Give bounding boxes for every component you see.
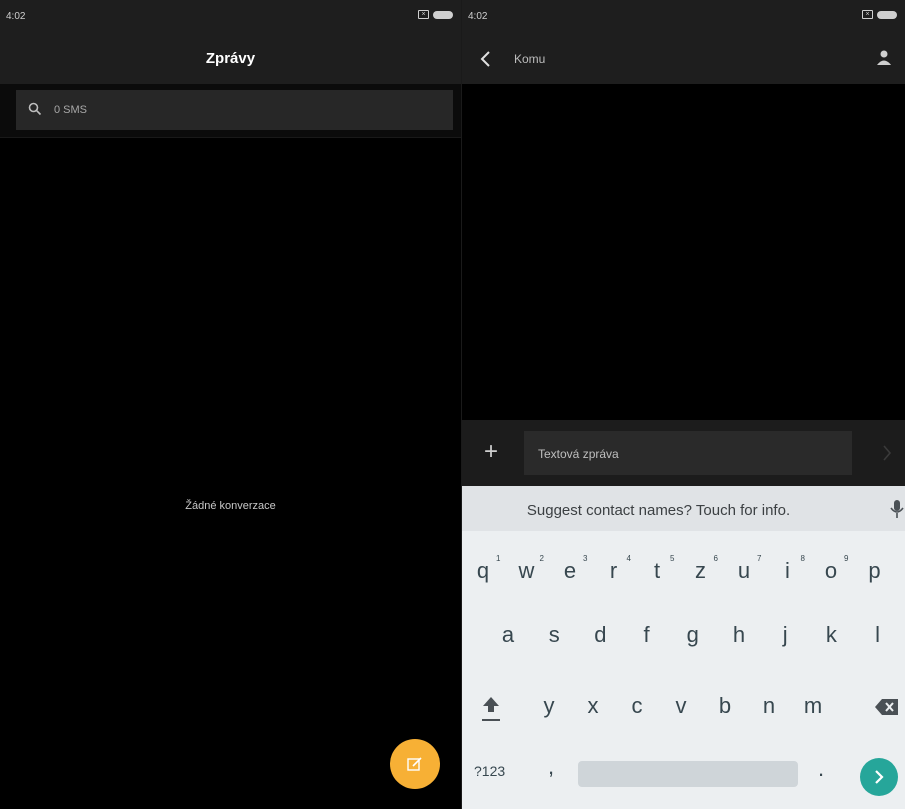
- key-hint: 7: [757, 554, 762, 563]
- suggestion-strip[interactable]: Suggest contact names? Touch for info.: [462, 486, 905, 531]
- status-icons: ×: [418, 10, 453, 19]
- key-c[interactable]: c: [622, 693, 652, 719]
- search-input[interactable]: 0 SMS: [16, 90, 453, 130]
- key-hint: 3: [583, 554, 588, 563]
- battery-icon: [877, 10, 897, 19]
- key-j[interactable]: j: [770, 622, 800, 648]
- key-i[interactable]: i: [773, 558, 803, 584]
- app-bar: Komu: [462, 34, 905, 84]
- key-hint: 4: [626, 554, 631, 563]
- key-l[interactable]: l: [863, 622, 893, 648]
- comma-key[interactable]: ,: [548, 754, 554, 780]
- sim-icon: ×: [862, 10, 873, 19]
- space-key[interactable]: [578, 761, 798, 787]
- app-bar: Zprávy: [0, 34, 461, 84]
- key-r[interactable]: r: [599, 558, 629, 584]
- page-title: Zprávy: [205, 50, 256, 67]
- key-g[interactable]: g: [678, 622, 708, 648]
- key-t[interactable]: t: [642, 558, 672, 584]
- key-hint: 5: [670, 554, 675, 563]
- symbols-key[interactable]: ?123: [474, 763, 505, 779]
- send-icon[interactable]: [880, 442, 894, 464]
- key-p[interactable]: p: [860, 558, 890, 584]
- new-message-screen: 4:02 × Komu + Textová zpráva Suggest con…: [462, 0, 905, 809]
- key-hint: 1: [496, 554, 501, 563]
- message-input[interactable]: Textová zpráva: [524, 431, 852, 475]
- mic-icon[interactable]: [889, 498, 905, 520]
- sim-icon: ×: [418, 10, 429, 19]
- key-x[interactable]: x: [578, 693, 608, 719]
- shift-icon[interactable]: [480, 694, 502, 722]
- search-row: 0 SMS: [0, 84, 461, 138]
- back-icon[interactable]: [476, 48, 496, 70]
- key-v[interactable]: v: [666, 693, 696, 719]
- key-e[interactable]: e: [555, 558, 585, 584]
- search-placeholder: 0 SMS: [54, 104, 88, 116]
- keyboard: Suggest contact names? Touch for info. ?…: [462, 486, 905, 809]
- suggestion-text: Suggest contact names? Touch for info.: [526, 502, 791, 519]
- battery-icon: [433, 10, 453, 19]
- key-a[interactable]: a: [493, 622, 523, 648]
- status-time: 4:02: [6, 11, 26, 22]
- enter-icon: [875, 770, 884, 784]
- empty-state-text: Žádné konverzace: [185, 500, 276, 512]
- key-q[interactable]: q: [468, 558, 498, 584]
- key-m[interactable]: m: [798, 693, 828, 719]
- key-f[interactable]: f: [632, 622, 662, 648]
- attach-button[interactable]: +: [484, 440, 498, 464]
- period-key[interactable]: .: [818, 756, 824, 782]
- contact-icon[interactable]: [875, 48, 893, 68]
- key-hint: 6: [713, 554, 718, 563]
- compose-icon: [407, 757, 422, 771]
- key-u[interactable]: u: [729, 558, 759, 584]
- key-n[interactable]: n: [754, 693, 784, 719]
- key-s[interactable]: s: [539, 622, 569, 648]
- search-icon: [28, 102, 42, 116]
- key-k[interactable]: k: [816, 622, 846, 648]
- enter-key[interactable]: [860, 758, 898, 796]
- key-d[interactable]: d: [585, 622, 615, 648]
- message-placeholder: Textová zpráva: [538, 447, 619, 461]
- recipient-input[interactable]: Komu: [514, 52, 545, 66]
- status-bar: 4:02 ×: [0, 0, 461, 34]
- key-hint: 2: [539, 554, 544, 563]
- key-h[interactable]: h: [724, 622, 754, 648]
- status-time: 4:02: [468, 11, 488, 22]
- status-bar: 4:02 ×: [462, 0, 905, 34]
- key-b[interactable]: b: [710, 693, 740, 719]
- status-icons: ×: [862, 10, 897, 19]
- key-w[interactable]: w: [512, 558, 542, 584]
- key-hint: 9: [844, 554, 849, 563]
- compose-button[interactable]: [390, 739, 440, 789]
- conversations-screen: 4:02 × Zprávy 0 SMS Žádné konverzace: [0, 0, 462, 809]
- composer-bar: + Textová zpráva: [462, 420, 905, 486]
- delete-icon[interactable]: [874, 698, 900, 716]
- key-z[interactable]: z: [686, 558, 716, 584]
- key-y[interactable]: y: [534, 693, 564, 719]
- key-o[interactable]: o: [816, 558, 846, 584]
- key-hint: 8: [800, 554, 805, 563]
